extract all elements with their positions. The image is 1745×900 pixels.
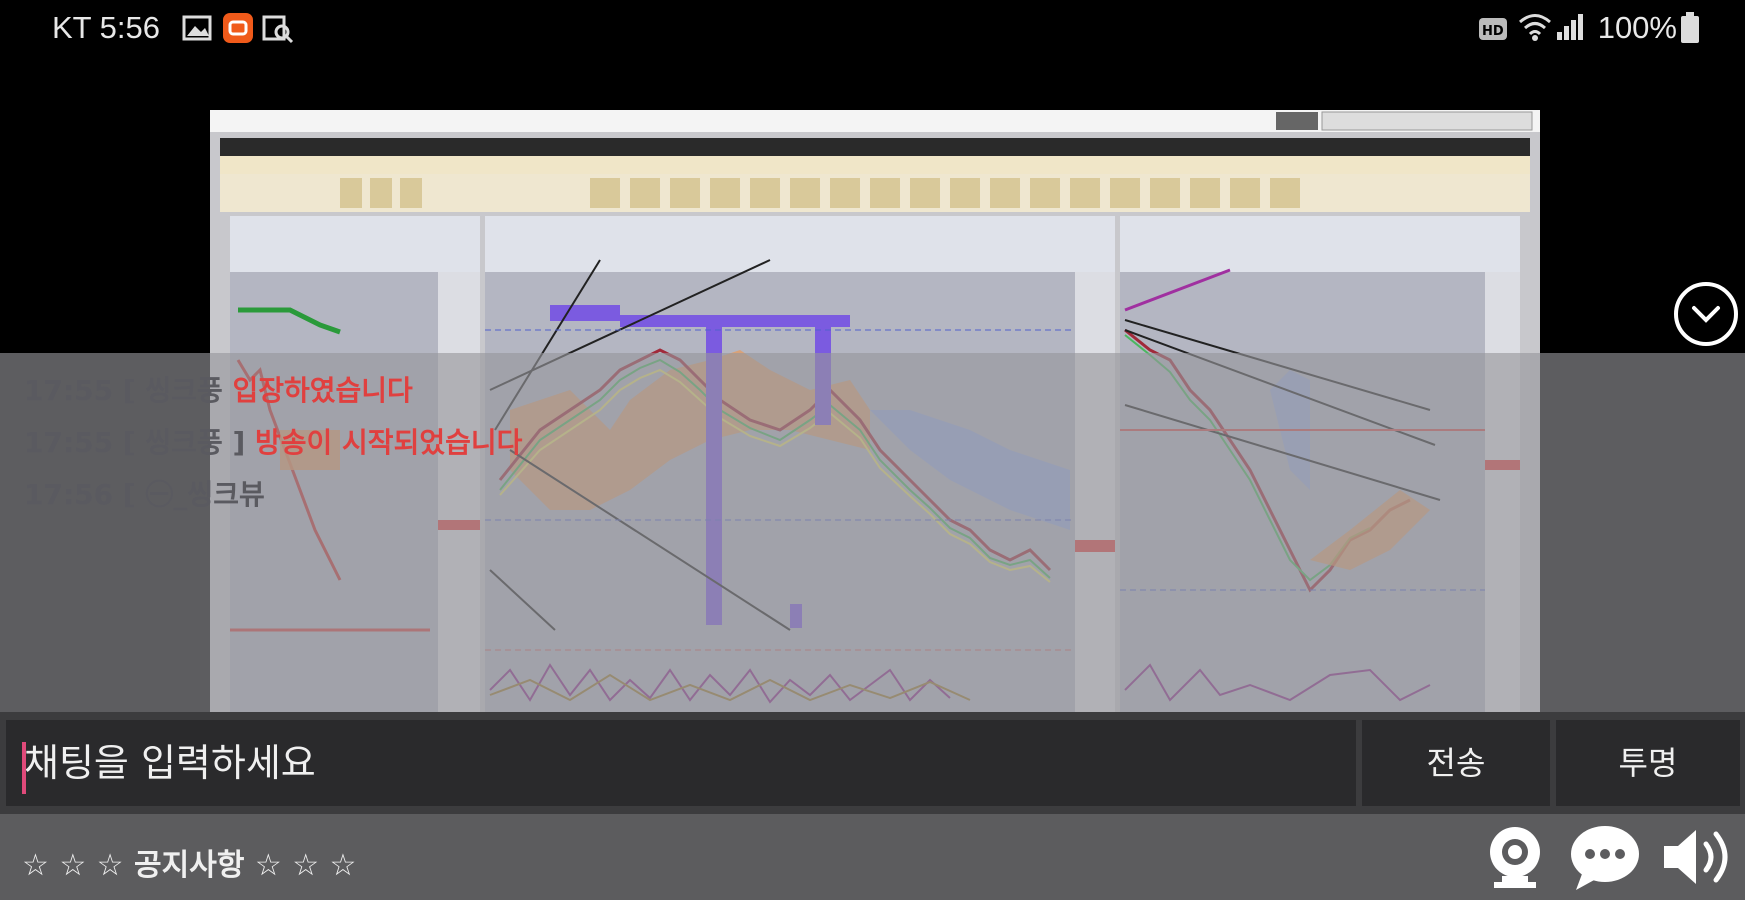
text-caret xyxy=(22,742,26,794)
transparent-button[interactable]: 투명 xyxy=(1556,720,1740,806)
chat-input[interactable] xyxy=(6,720,1356,806)
chat-message: 17:56 [ ㊀_씽크뷰 xyxy=(24,478,265,511)
gallery-icon xyxy=(182,14,212,46)
chevron-down-icon xyxy=(1692,306,1720,323)
video-area[interactable]: 17:55 [ 씽크풍 입장하였습니다 17:55 [ 씽크풍 ] 방송이 시작… xyxy=(0,58,1745,712)
wifi-icon xyxy=(1518,12,1552,46)
search-doc-icon xyxy=(262,14,294,48)
webcam-icon[interactable] xyxy=(1486,824,1544,896)
app-notification-icon xyxy=(222,12,254,48)
chat-overlay: 17:55 [ 씽크풍 입장하였습니다 17:55 [ 씽크풍 ] 방송이 시작… xyxy=(0,353,1745,712)
battery-percent: 100% xyxy=(1597,10,1677,45)
speaker-icon[interactable] xyxy=(1660,826,1740,892)
chat-bubble-icon[interactable] xyxy=(1568,822,1642,896)
signal-icon xyxy=(1556,12,1584,46)
notice-text[interactable]: ☆ ☆ ☆ 공지사항 ☆ ☆ ☆ xyxy=(22,840,356,884)
battery-icon xyxy=(1680,12,1700,48)
carrier-time: KT 5:56 xyxy=(52,10,161,45)
chat-message: 17:55 [ 씽크풍 ] 방송이 시작되었습니다 xyxy=(24,426,523,459)
send-button[interactable]: 전송 xyxy=(1362,720,1550,806)
status-bar: KT 5:56 HD 100% xyxy=(0,0,1745,58)
svg-text:HD: HD xyxy=(1482,24,1504,39)
chat-input-bar: 전송 투명 xyxy=(0,712,1745,814)
notice-bar[interactable]: ☆ ☆ ☆ 공지사항 ☆ ☆ ☆ xyxy=(0,814,1745,900)
hd-icon: HD xyxy=(1478,16,1508,46)
chat-message: 17:55 [ 씽크풍 입장하였습니다 xyxy=(24,374,413,407)
collapse-chevron-button[interactable] xyxy=(1674,282,1738,346)
